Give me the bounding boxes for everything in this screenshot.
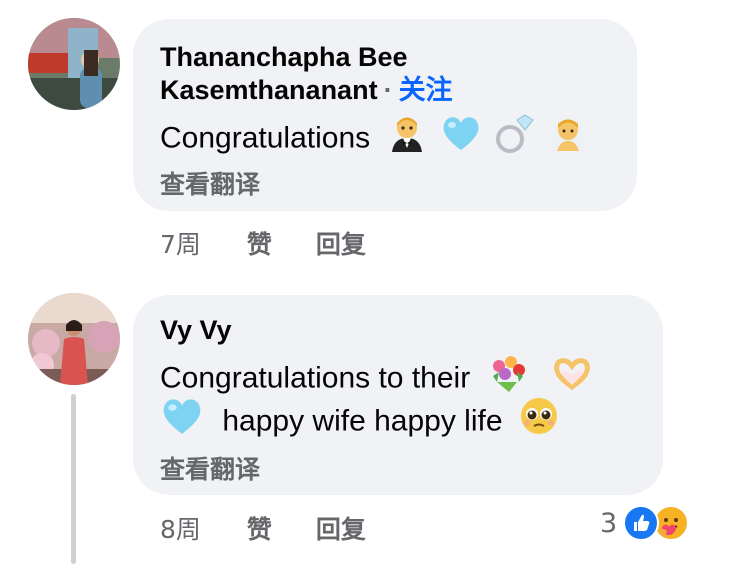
- pleading-face-emoji: [519, 396, 559, 449]
- reaction-count[interactable]: 3: [600, 508, 617, 539]
- avatar[interactable]: [28, 293, 120, 385]
- light-blue-heart-emoji: [160, 396, 204, 449]
- comment-author[interactable]: Vy Vy: [160, 314, 232, 347]
- follow-button[interactable]: 关注: [399, 75, 453, 105]
- comment-author-line2[interactable]: Kasemthananant: [160, 75, 378, 105]
- comment-author[interactable]: Thananchapha Bee Kasemthananant · 关注: [160, 41, 453, 107]
- like-button[interactable]: 赞: [247, 230, 272, 259]
- like-button[interactable]: 赞: [247, 515, 272, 544]
- like-reaction-icon: [623, 505, 660, 541]
- reply-button[interactable]: 回复: [316, 230, 366, 259]
- man-in-tuxedo-emoji: [388, 114, 426, 165]
- comment-text-body: happy wife happy life: [222, 404, 503, 438]
- comment-meta: 8周 赞 回复: [160, 510, 366, 546]
- reaction-summary[interactable]: 3: [600, 505, 690, 541]
- see-translation-link[interactable]: 查看翻译: [160, 165, 260, 201]
- separator-dot: ·: [383, 75, 393, 105]
- avatar[interactable]: [28, 18, 120, 110]
- reply-thread-line: [71, 394, 76, 564]
- comment-text-body: Congratulations: [160, 121, 371, 155]
- bride-with-veil-emoji: [548, 113, 588, 166]
- reply-button[interactable]: 回复: [316, 515, 366, 544]
- comment-meta: 7周 赞 回复: [160, 225, 366, 261]
- comment-text-line: happy wife happy life: [160, 396, 559, 449]
- comment-time[interactable]: 7周: [160, 230, 201, 259]
- see-translation-link[interactable]: 查看翻译: [160, 450, 260, 486]
- comment-time[interactable]: 8周: [160, 515, 201, 544]
- light-blue-heart-emoji: [441, 114, 481, 165]
- ring-emoji: [493, 112, 535, 167]
- comment-author-line1[interactable]: Thananchapha Bee: [160, 42, 408, 72]
- comment-text: Congratulations: [160, 112, 588, 167]
- comment-text-body: Congratulations to their: [160, 361, 471, 395]
